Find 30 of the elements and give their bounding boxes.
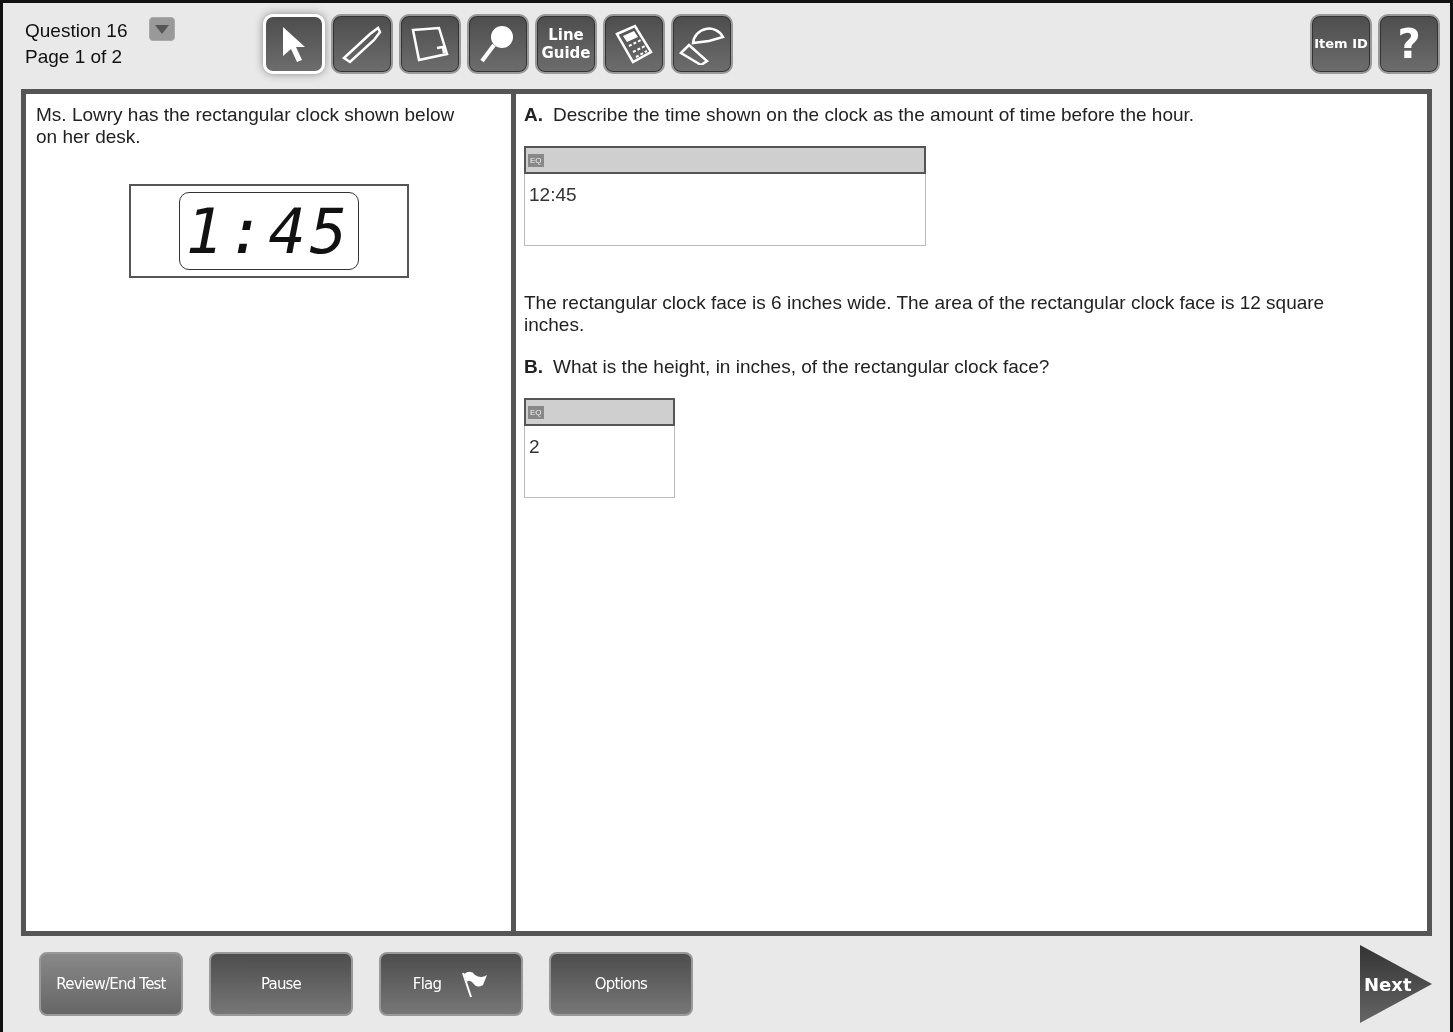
help-button[interactable]: ?	[1378, 14, 1440, 74]
line-guide-button[interactable]: Line Guide	[535, 14, 597, 74]
calculator-icon	[613, 24, 655, 64]
tool-button[interactable]	[603, 14, 665, 74]
tool-button[interactable]	[671, 14, 733, 74]
answer-field[interactable]: 2	[524, 426, 675, 498]
equation-badge[interactable]: EQ	[528, 405, 544, 419]
next-button[interactable]: Next	[1360, 945, 1432, 1023]
footer-button[interactable]: Pause	[209, 952, 353, 1016]
tool-button[interactable]	[331, 14, 393, 74]
tool-button[interactable]	[399, 14, 461, 74]
triangle-icon	[155, 24, 169, 34]
question-text: The rectangular clock face is 6 inches wide. The area of the rectangular clock face is 12 square inches.	[524, 292, 1326, 336]
question-prompt: A. Describe the time shown on the clock as the amount of time before the hour.	[524, 104, 1196, 126]
flag-icon	[461, 969, 490, 999]
question-prompt: B. What is the height, in inches, of the rectangular clock face?	[524, 356, 1051, 378]
tool-button[interactable]	[467, 14, 529, 74]
passage-text: Ms. Lowry has the rectangular clock shown below on her desk.	[36, 104, 456, 148]
footer-button[interactable]: Review/End Test	[39, 952, 183, 1016]
footer-button[interactable]: Options	[549, 952, 693, 1016]
question-number: Question 16	[25, 19, 129, 43]
highlighter-icon	[340, 24, 384, 64]
page-indicator: Page 1 of 2	[25, 45, 124, 69]
footer-button[interactable]: Flag	[379, 952, 523, 1016]
dropdown-button[interactable]	[149, 17, 175, 41]
notepad-icon	[409, 24, 451, 64]
answer-field[interactable]: 12:45	[524, 174, 926, 246]
clock-display: 1:45	[178, 192, 359, 270]
item-id-button[interactable]: Item ID	[1310, 14, 1372, 74]
equation-badge[interactable]: EQ	[528, 153, 544, 167]
